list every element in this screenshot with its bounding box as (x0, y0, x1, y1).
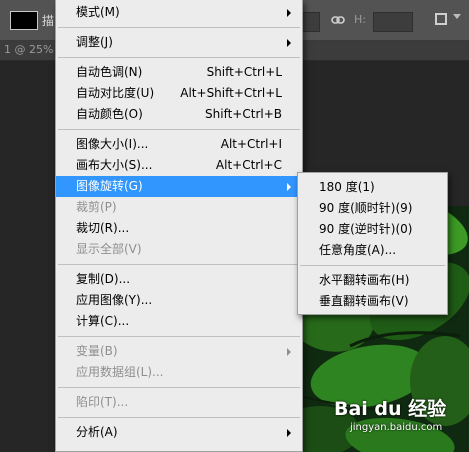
menu-item-arbitrary-rotation[interactable]: 任意角度(A)... (298, 240, 447, 261)
menu-item-label: 90 度(逆时针)(0) (319, 222, 413, 236)
menu-separator (58, 57, 300, 58)
menu-item-label: 复制(D)... (76, 272, 131, 286)
path-options-icon[interactable] (435, 13, 447, 25)
chevron-down-icon[interactable] (453, 14, 461, 19)
menu-item-label: 180 度(1) (319, 180, 375, 194)
menu-separator (58, 387, 300, 388)
baidu-watermark: Bai du 经验 jingyan.baidu.com (334, 394, 464, 438)
menu-item-rotate-90-cw[interactable]: 90 度(顺时针)(9) (298, 198, 447, 219)
menu-item-shortcut: Alt+Shift+Ctrl+L (180, 86, 282, 100)
watermark-url: jingyan.baidu.com (350, 422, 443, 433)
height-field[interactable] (373, 12, 413, 32)
menu-item-label: 图像旋转(G) (76, 179, 143, 193)
watermark-logo: Bai du 经验 (334, 398, 447, 420)
menu-item-analysis[interactable]: 分析(A) (56, 422, 302, 443)
menu-item-shortcut: Shift+Ctrl+L (206, 65, 282, 79)
menu-item-label: 分析(A) (76, 425, 118, 439)
link-icon[interactable] (331, 13, 345, 27)
menu-item-trim[interactable]: 裁切(R)... (56, 218, 302, 239)
menu-item-label: 90 度(顺时针)(9) (319, 201, 413, 215)
menu-item-mode[interactable]: 模式(M) (56, 2, 302, 23)
width-field[interactable] (300, 12, 320, 32)
menu-item-image-size[interactable]: 图像大小(I)... Alt+Ctrl+I (56, 134, 302, 155)
menu-item-auto-tone[interactable]: 自动色调(N) Shift+Ctrl+L (56, 62, 302, 83)
submenu-arrow-icon (287, 183, 291, 191)
menu-item-rotate-90-ccw[interactable]: 90 度(逆时针)(0) (298, 219, 447, 240)
menu-item-label: 图像大小(I)... (76, 137, 149, 151)
menu-item-label: 调整(J) (76, 35, 113, 49)
menu-item-adjustments[interactable]: 调整(J) (56, 32, 302, 53)
menu-separator (58, 336, 300, 337)
document-tab[interactable]: 1 @ 25% ( (4, 43, 61, 56)
menu-item-label: 裁切(R)... (76, 221, 130, 235)
menu-item-auto-color[interactable]: 自动颜色(O) Shift+Ctrl+B (56, 104, 302, 125)
image-menu: 模式(M) 调整(J) 自动色调(N) Shift+Ctrl+L 自动对比度(U… (55, 0, 303, 452)
menu-item-variables[interactable]: 变量(B) (56, 341, 302, 362)
image-rotation-submenu: 180 度(1) 90 度(顺时针)(9) 90 度(逆时针)(0) 任意角度(… (297, 172, 448, 315)
menu-item-calculations[interactable]: 计算(C)... (56, 311, 302, 332)
height-label: H: (354, 13, 366, 26)
menu-separator (58, 264, 300, 265)
menu-item-flip-vertical[interactable]: 垂直翻转画布(V) (298, 291, 447, 312)
menu-item-apply-image[interactable]: 应用图像(Y)... (56, 290, 302, 311)
color-swatch[interactable] (10, 11, 38, 30)
menu-item-shortcut: Shift+Ctrl+B (205, 107, 282, 121)
menu-item-duplicate[interactable]: 复制(D)... (56, 269, 302, 290)
menu-separator (300, 265, 445, 266)
menu-item-apply-data-set[interactable]: 应用数据组(L)... (56, 362, 302, 383)
menu-item-label: 画布大小(S)... (76, 158, 153, 172)
menu-item-image-rotation[interactable]: 图像旋转(G) (56, 176, 302, 197)
menu-item-label: 任意角度(A)... (319, 243, 397, 257)
menu-item-label: 计算(C)... (76, 314, 130, 328)
menu-item-label: 自动颜色(O) (76, 107, 143, 121)
submenu-arrow-icon (287, 9, 291, 17)
submenu-arrow-icon (287, 348, 291, 356)
menu-item-rotate-180[interactable]: 180 度(1) (298, 177, 447, 198)
menu-item-canvas-size[interactable]: 画布大小(S)... Alt+Ctrl+C (56, 155, 302, 176)
menu-item-label: 应用数据组(L)... (76, 365, 164, 379)
menu-item-label: 模式(M) (76, 5, 120, 19)
menu-item-reveal-all[interactable]: 显示全部(V) (56, 239, 302, 260)
menu-item-label: 自动对比度(U) (76, 86, 155, 100)
menu-separator (58, 417, 300, 418)
submenu-arrow-icon (287, 39, 291, 47)
menu-item-shortcut: Alt+Ctrl+I (220, 137, 282, 151)
menu-item-label: 显示全部(V) (76, 242, 142, 256)
menu-item-flip-horizontal[interactable]: 水平翻转画布(H) (298, 270, 447, 291)
menu-separator (58, 27, 300, 28)
menu-item-shortcut: Alt+Ctrl+C (215, 158, 282, 172)
tool-mode-label[interactable]: 描 (42, 12, 54, 29)
menu-item-label: 变量(B) (76, 344, 118, 358)
menu-item-label: 垂直翻转画布(V) (319, 294, 409, 308)
menu-item-crop[interactable]: 裁剪(P) (56, 197, 302, 218)
menu-separator (58, 129, 300, 130)
menu-item-label: 陷印(T)... (76, 395, 129, 409)
submenu-arrow-icon (287, 429, 291, 437)
menu-item-auto-contrast[interactable]: 自动对比度(U) Alt+Shift+Ctrl+L (56, 83, 302, 104)
menu-item-label: 水平翻转画布(H) (319, 273, 410, 287)
menu-item-label: 自动色调(N) (76, 65, 143, 79)
menu-item-trap[interactable]: 陷印(T)... (56, 392, 302, 413)
menu-item-label: 应用图像(Y)... (76, 293, 153, 307)
menu-item-label: 裁剪(P) (76, 200, 117, 214)
